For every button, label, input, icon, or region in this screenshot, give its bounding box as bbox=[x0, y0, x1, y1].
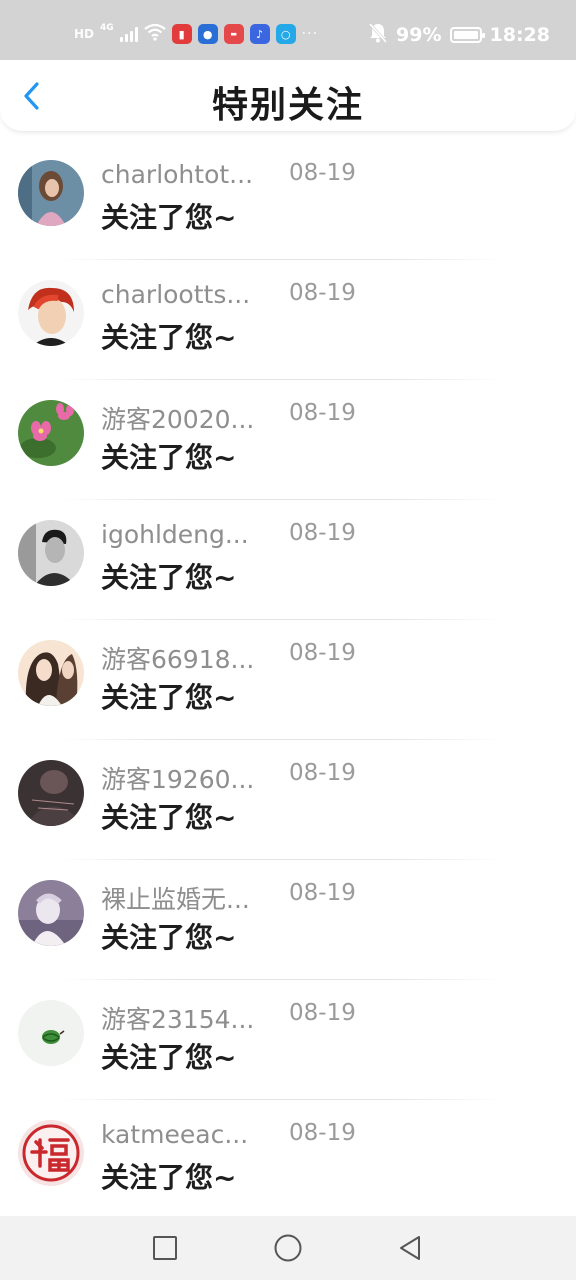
date: 08-19 bbox=[289, 1120, 356, 1146]
date: 08-19 bbox=[289, 400, 356, 426]
avatar[interactable] bbox=[18, 520, 84, 586]
network-label: 4G bbox=[100, 23, 114, 33]
message: 关注了您~ bbox=[101, 201, 237, 234]
list-item[interactable]: igohldeng... 08-19 关注了您~ bbox=[0, 500, 576, 620]
home-button[interactable] bbox=[272, 1232, 304, 1264]
username: 裸止监婚无... bbox=[101, 885, 250, 914]
username: 游客20020... bbox=[101, 405, 255, 434]
date: 08-19 bbox=[289, 280, 356, 306]
page-title: 特别关注 bbox=[211, 85, 364, 126]
circle-home-icon bbox=[274, 1234, 302, 1262]
search-app-icon: ○ bbox=[275, 24, 296, 44]
avatar[interactable] bbox=[18, 1120, 84, 1186]
battery-fill bbox=[453, 31, 478, 39]
square-recents-icon bbox=[153, 1236, 177, 1260]
date: 08-19 bbox=[289, 160, 356, 186]
list-item[interactable]: 游客23154... 08-19 关注了您~ bbox=[0, 980, 576, 1100]
date: 08-19 bbox=[289, 1000, 356, 1026]
username: 游客66918... bbox=[101, 645, 255, 674]
follow-list: charlohtot... 08-19 关注了您~ charlootts... … bbox=[0, 140, 576, 1220]
avatar[interactable] bbox=[18, 880, 84, 946]
clock: 18:28 bbox=[489, 24, 550, 46]
avatar[interactable] bbox=[18, 760, 84, 826]
avatar[interactable] bbox=[18, 280, 84, 346]
list-item[interactable]: 游客20020... 08-19 关注了您~ bbox=[0, 380, 576, 500]
status-bar: HD 4G ▮ ● ▬ ♪ ○ ··· 99% 18:28 bbox=[0, 0, 576, 60]
signal-icon bbox=[119, 26, 138, 42]
username: katmeeac... bbox=[101, 1120, 249, 1149]
system-nav-bar bbox=[0, 1216, 576, 1280]
status-left-icons: HD 4G ▮ ● ▬ ♪ ○ ··· bbox=[74, 22, 318, 46]
message: 关注了您~ bbox=[101, 681, 237, 714]
message: 关注了您~ bbox=[101, 921, 237, 954]
avatar[interactable] bbox=[18, 1000, 84, 1066]
username: 游客19260... bbox=[101, 765, 255, 794]
list-item[interactable]: charlootts... 08-19 关注了您~ bbox=[0, 260, 576, 380]
blue-bulb-app-icon: ● bbox=[197, 24, 218, 44]
recents-button[interactable] bbox=[149, 1232, 181, 1264]
message: 关注了您~ bbox=[101, 321, 237, 354]
battery-percent: 99% bbox=[396, 24, 442, 46]
hd-label: HD bbox=[74, 27, 95, 41]
header: 特别关注 bbox=[0, 60, 576, 132]
overflow-dots: ··· bbox=[301, 26, 319, 42]
date: 08-19 bbox=[289, 760, 356, 786]
message: 关注了您~ bbox=[101, 561, 237, 594]
back-nav-button[interactable] bbox=[394, 1232, 426, 1264]
message: 关注了您~ bbox=[101, 801, 237, 834]
battery-icon bbox=[449, 27, 485, 43]
triangle-back-icon bbox=[400, 1236, 420, 1260]
music-app-icon: ♪ bbox=[249, 24, 270, 44]
status-right-icons: 99% 18:28 bbox=[368, 22, 550, 48]
mute-bell-icon bbox=[368, 22, 388, 49]
username: igohldeng... bbox=[101, 520, 249, 549]
date: 08-19 bbox=[289, 640, 356, 666]
date: 08-19 bbox=[289, 520, 356, 546]
wifi-icon bbox=[143, 23, 166, 45]
avatar[interactable] bbox=[18, 400, 84, 466]
avatar[interactable] bbox=[18, 640, 84, 706]
message: 关注了您~ bbox=[101, 441, 237, 474]
list-item[interactable]: 裸止监婚无... 08-19 关注了您~ bbox=[0, 860, 576, 980]
list-item[interactable]: charlohtot... 08-19 关注了您~ bbox=[0, 140, 576, 260]
red-tv-app-icon: ▬ bbox=[223, 24, 244, 44]
list-item[interactable]: 游客66918... 08-19 关注了您~ bbox=[0, 620, 576, 740]
username: charlootts... bbox=[101, 280, 251, 309]
avatar[interactable] bbox=[18, 160, 84, 226]
message: 关注了您~ bbox=[101, 1161, 237, 1194]
message: 关注了您~ bbox=[101, 1041, 237, 1074]
list-item[interactable]: katmeeac... 08-19 关注了您~ bbox=[0, 1100, 576, 1220]
red-app-icon: ▮ bbox=[171, 24, 192, 44]
date: 08-19 bbox=[289, 880, 356, 906]
list-item[interactable]: 游客19260... 08-19 关注了您~ bbox=[0, 740, 576, 860]
username: charlohtot... bbox=[101, 160, 254, 189]
username: 游客23154... bbox=[101, 1005, 255, 1034]
